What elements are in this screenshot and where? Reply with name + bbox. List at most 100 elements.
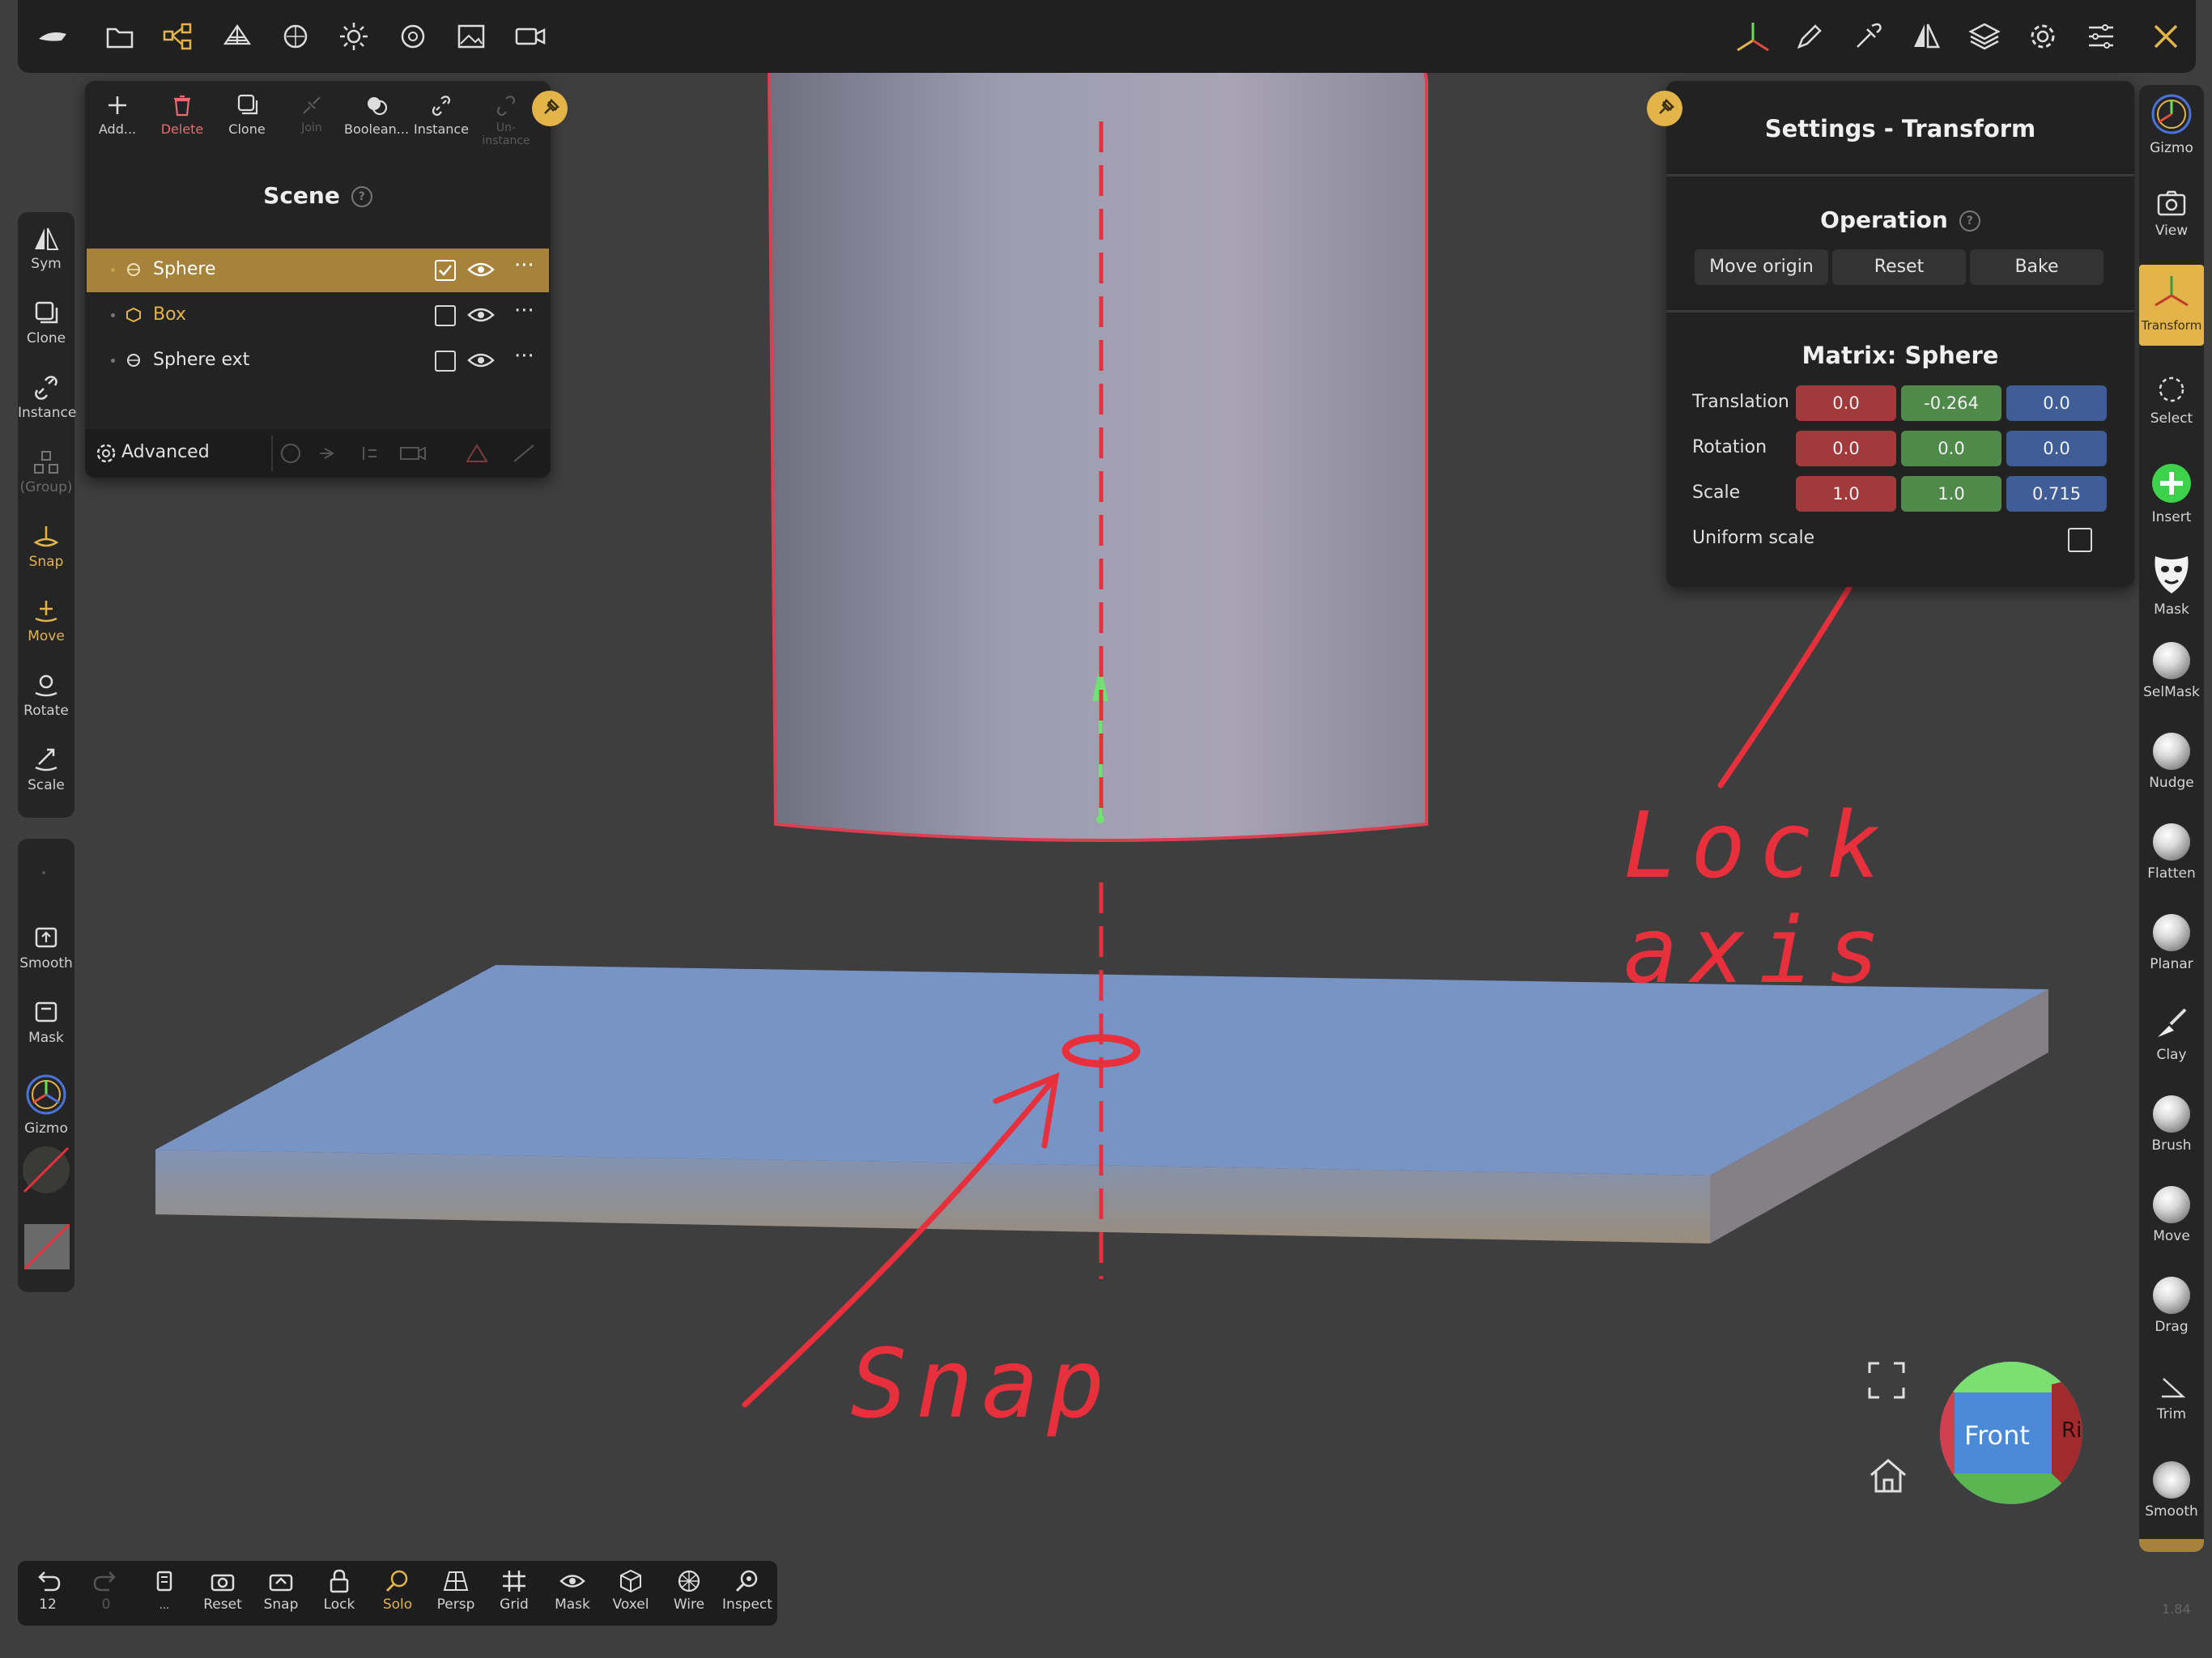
more-icon[interactable]: ··· [514, 253, 534, 278]
voxel-button[interactable]: Voxel [602, 1569, 659, 1613]
scene-row[interactable]: Sphere ext ··· [87, 339, 549, 383]
brush-pen-icon[interactable] [1791, 18, 1828, 55]
uniform-scale-checkbox[interactable] [2068, 528, 2092, 552]
material-sphere-icon[interactable] [277, 18, 314, 55]
scene-graph-icon[interactable] [160, 18, 197, 55]
menu-icon[interactable] [34, 18, 71, 55]
translation-z-field[interactable]: 0.0 [2006, 385, 2107, 421]
translation-y-field[interactable]: -0.264 [1901, 385, 2001, 421]
scene-row[interactable]: Box ··· [87, 294, 549, 338]
fullscreen-icon[interactable] [1866, 1360, 1907, 1401]
scale-y-field[interactable]: 1.0 [1901, 476, 2001, 512]
uninstance-button[interactable]: Un-instance [474, 91, 538, 147]
wire-button[interactable]: Wire [661, 1569, 717, 1613]
gizmo-axes-icon[interactable] [1733, 18, 1770, 55]
rotation-y-field[interactable]: 0.0 [1901, 431, 2001, 466]
eye-icon[interactable] [467, 351, 495, 370]
eye-icon[interactable] [467, 305, 495, 325]
nudge-tool[interactable]: Nudge [2139, 733, 2204, 791]
persp-button[interactable]: Persp [428, 1569, 484, 1613]
help-icon[interactable]: ? [1959, 210, 1980, 232]
translation-x-field[interactable]: 0.0 [1796, 385, 1896, 421]
eye-icon[interactable] [467, 260, 495, 279]
smooth-brush-tool[interactable]: Smooth [2139, 1461, 2204, 1520]
smooth-tool[interactable]: Smooth [18, 926, 74, 971]
scale-z-field[interactable]: 0.715 [2006, 476, 2107, 512]
visibility-checkbox[interactable] [435, 305, 456, 326]
move-origin-button[interactable]: Move origin [1695, 249, 1828, 285]
snap-tool[interactable]: Snap [18, 525, 74, 570]
clay-tool[interactable]: Clay [2139, 1005, 2204, 1063]
shading-icon[interactable] [394, 18, 432, 55]
color-swatch[interactable] [24, 1224, 70, 1269]
transform-tool[interactable]: Transform [2139, 265, 2204, 346]
instance-tool[interactable]: Instance [18, 376, 76, 421]
clone-button[interactable]: Clone [215, 91, 279, 137]
visibility-checkbox[interactable] [435, 260, 456, 281]
more-icon[interactable]: ··· [514, 344, 534, 368]
home-icon[interactable] [1868, 1457, 1908, 1494]
mask-view-button[interactable]: Mask [544, 1569, 601, 1613]
grid-button[interactable]: Grid [486, 1569, 542, 1613]
reset-button[interactable]: Reset [1832, 249, 1966, 285]
drag-tool[interactable]: Drag [2139, 1277, 2204, 1335]
view-cube[interactable]: Front Ri [1938, 1360, 2084, 1506]
scale-x-field[interactable]: 1.0 [1796, 476, 1896, 512]
tools-icon[interactable] [2147, 18, 2184, 55]
sliders-icon[interactable] [2082, 18, 2120, 55]
trim-tool[interactable]: Trim [2139, 1372, 2204, 1422]
help-icon[interactable]: ? [351, 186, 372, 207]
undo-button[interactable]: 12 [19, 1569, 76, 1613]
folder-icon[interactable] [101, 18, 138, 55]
instance-button[interactable]: Instance [409, 91, 474, 137]
gear-icon[interactable] [95, 442, 117, 465]
pin-icon[interactable] [532, 91, 568, 126]
light-icon[interactable] [335, 18, 372, 55]
scale-tool[interactable]: Scale [18, 748, 74, 793]
group-tool[interactable]: (Group) [18, 450, 74, 495]
lock-button[interactable]: Lock [311, 1569, 368, 1613]
scene-footer: Advanced [85, 429, 551, 478]
move-tool[interactable]: Move [18, 599, 74, 644]
symmetry-icon[interactable] [1908, 18, 1945, 55]
rotation-z-field[interactable]: 0.0 [2006, 431, 2107, 466]
boolean-button[interactable]: Boolean... [344, 91, 409, 137]
inspect-button[interactable]: Inspect [719, 1569, 776, 1613]
add-button[interactable]: Add... [85, 91, 150, 137]
rotation-x-field[interactable]: 0.0 [1796, 431, 1896, 466]
advanced-button[interactable]: Advanced [121, 442, 210, 462]
gizmo-tool[interactable]: Gizmo [2139, 93, 2204, 156]
planar-tool[interactable]: Planar [2139, 914, 2204, 972]
selmask-tool[interactable]: SelMask [2139, 642, 2204, 700]
flatten-tool[interactable]: Flatten [2139, 823, 2204, 882]
scene-row[interactable]: Sphere ··· [87, 249, 549, 292]
image-icon[interactable] [453, 18, 490, 55]
mask-brush-tool[interactable]: Mask [2139, 551, 2204, 618]
view-tool[interactable]: View [2139, 189, 2204, 239]
eyedropper-icon[interactable] [1849, 18, 1887, 55]
select-tool[interactable]: Select [2139, 373, 2204, 427]
topology-icon[interactable] [219, 18, 256, 55]
solo-button[interactable]: Solo [369, 1569, 426, 1613]
visibility-checkbox[interactable] [435, 351, 456, 372]
brush-tool[interactable]: Brush [2139, 1095, 2204, 1154]
gear-icon[interactable] [2024, 18, 2061, 55]
layers-icon[interactable] [1966, 18, 2003, 55]
delete-button[interactable]: Delete [150, 91, 215, 137]
reset-view-button[interactable]: Reset [194, 1569, 251, 1613]
rotate-tool[interactable]: Rotate [18, 674, 74, 719]
more-icon[interactable]: ··· [514, 299, 534, 323]
camera-icon[interactable] [512, 18, 549, 55]
mask-tool[interactable]: Mask [18, 1001, 74, 1046]
bake-button[interactable]: Bake [1970, 249, 2104, 285]
redo-button[interactable]: 0 [78, 1569, 134, 1613]
history-button[interactable]: ... [136, 1569, 193, 1613]
gizmo-tool[interactable]: Gizmo [18, 1073, 74, 1137]
move-brush-tool[interactable]: Move [2139, 1186, 2204, 1244]
sym-tool[interactable]: Sym [18, 227, 74, 272]
clone-tool[interactable]: Clone [18, 301, 74, 346]
material-swatch[interactable] [23, 1146, 70, 1193]
snap-view-button[interactable]: Snap [253, 1569, 309, 1613]
insert-tool[interactable]: Insert [2139, 462, 2204, 525]
join-button[interactable]: Join [279, 91, 344, 134]
